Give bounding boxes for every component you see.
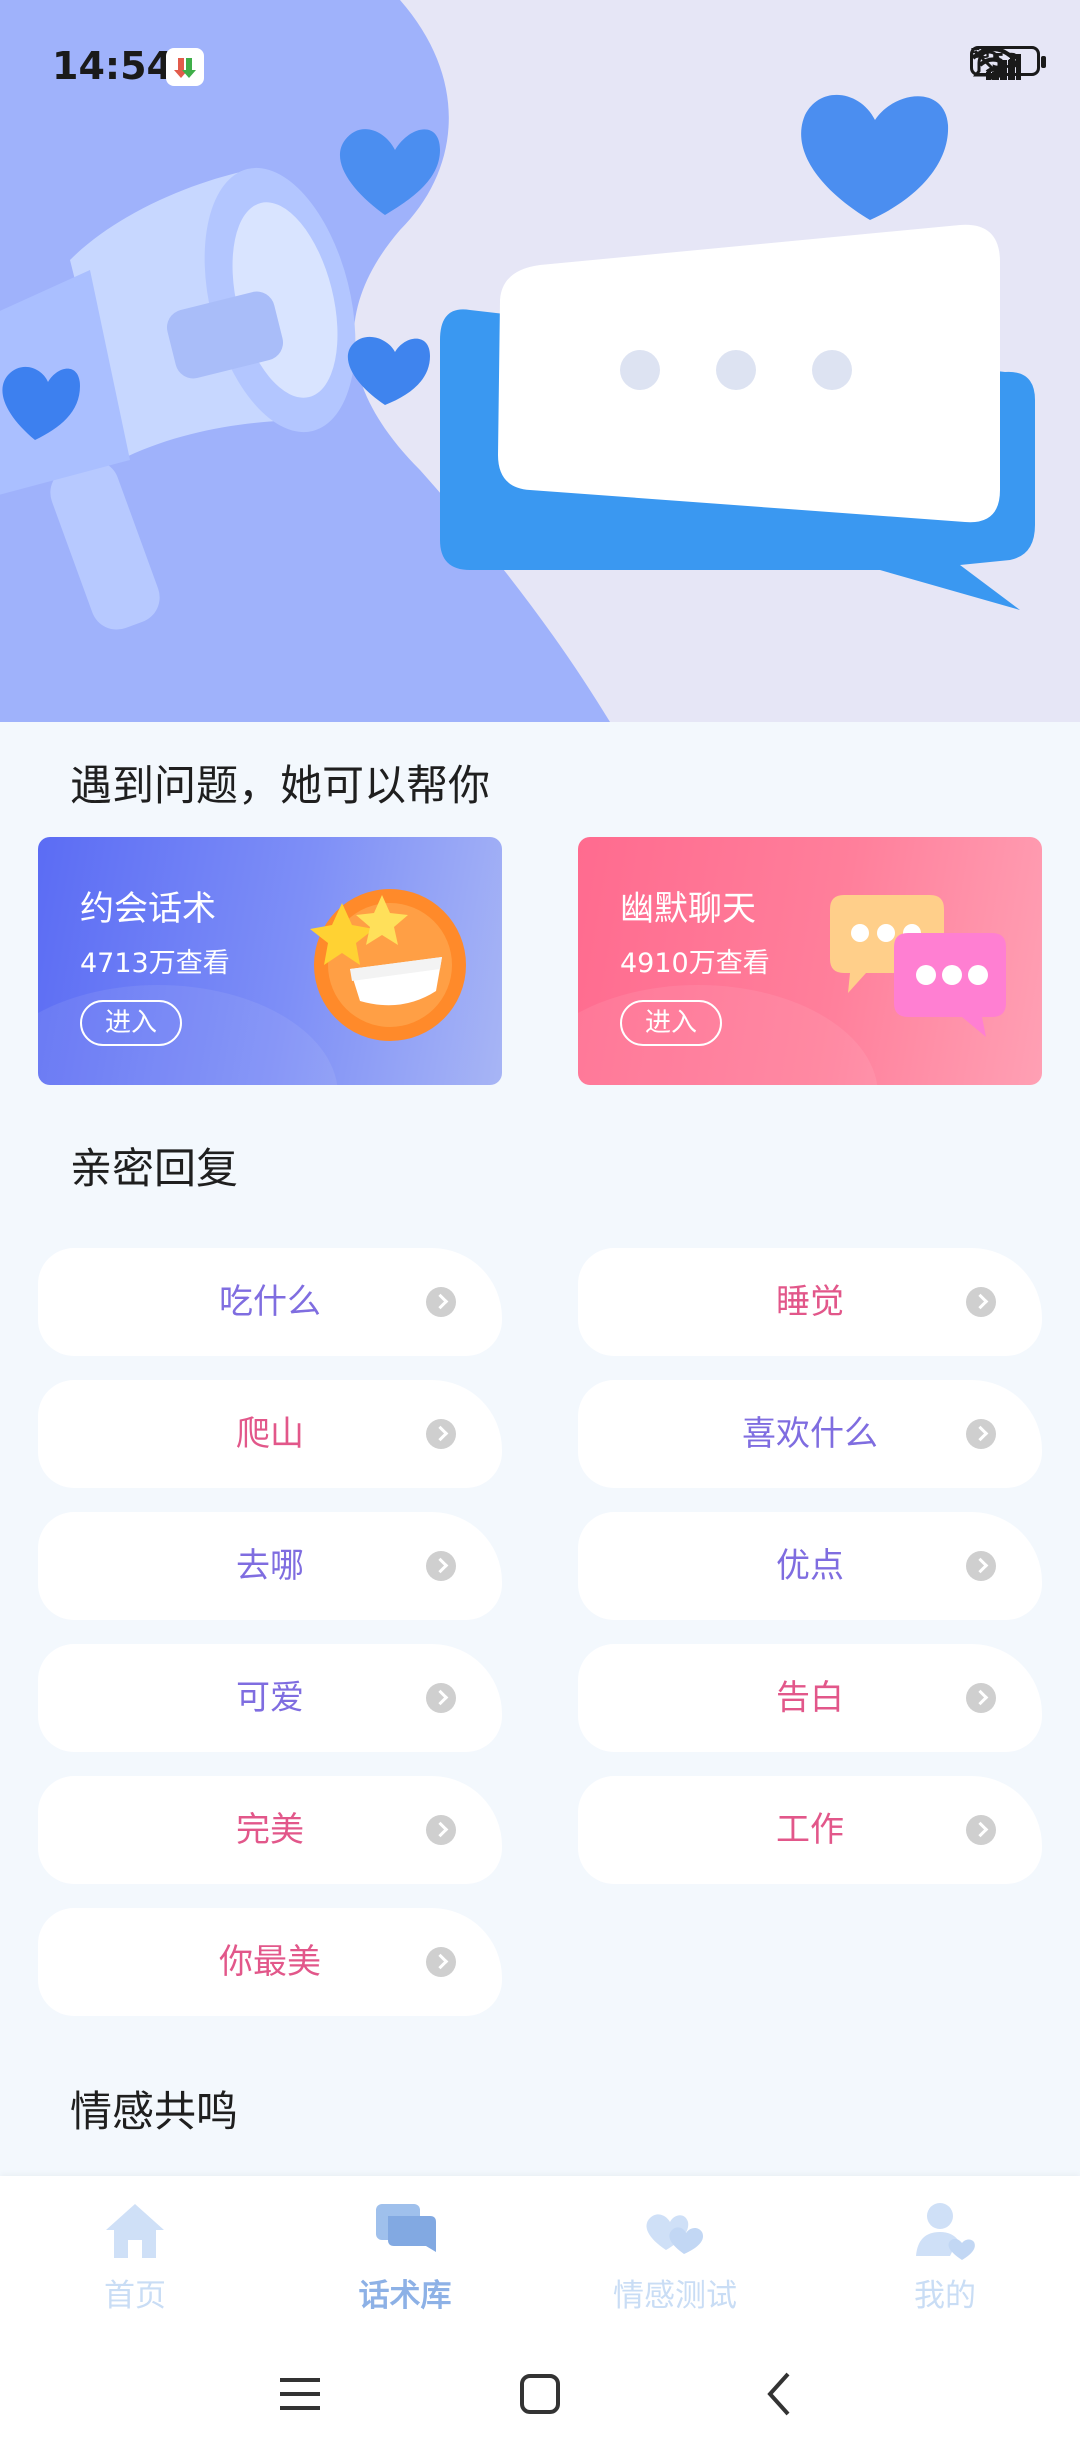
chevron-right-icon xyxy=(966,1683,996,1713)
bottom-tab-bar: 首页 话术库 情感测试 我的 xyxy=(0,2176,1080,2322)
card-views: 4713万查看 xyxy=(80,948,230,979)
hero-banner[interactable]: 14:54 5G G 53 xyxy=(0,0,1080,722)
section-title-help: 遇到问题，她可以帮你 xyxy=(70,761,491,810)
reply-item-hiking[interactable]: 爬山 xyxy=(38,1380,502,1488)
chevron-right-icon xyxy=(966,1815,996,1845)
chevron-right-icon xyxy=(966,1287,996,1317)
clock: 14:54 xyxy=(52,44,173,88)
back-icon[interactable] xyxy=(750,2364,810,2424)
tab-label: 我的 xyxy=(914,2278,976,2314)
reply-item-where-to-go[interactable]: 去哪 xyxy=(38,1512,502,1620)
reply-item-perfect[interactable]: 完美 xyxy=(38,1776,502,1884)
reply-item-you-are-most-beautiful[interactable]: 你最美 xyxy=(38,1908,502,2016)
reply-item-work[interactable]: 工作 xyxy=(578,1776,1042,1884)
card-title: 约会话术 xyxy=(80,889,216,929)
tab-label: 话术库 xyxy=(358,2278,452,2314)
enter-button[interactable]: 进入 xyxy=(80,1000,182,1046)
enter-button[interactable]: 进入 xyxy=(620,1000,722,1046)
card-views: 4910万查看 xyxy=(620,948,770,979)
home-button-icon[interactable] xyxy=(510,2364,570,2424)
card-title: 幽默聊天 xyxy=(620,889,756,929)
tab-home[interactable]: 首页 xyxy=(0,2176,270,2322)
app-notification-icon xyxy=(166,48,204,86)
chevron-right-icon xyxy=(426,1419,456,1449)
chat-bubbles-icon xyxy=(830,895,1006,1037)
section-title-replies: 亲密回复 xyxy=(70,1144,239,1193)
tab-label: 首页 xyxy=(104,2278,166,2314)
reply-item-sleep[interactable]: 睡觉 xyxy=(578,1248,1042,1356)
chevron-right-icon xyxy=(966,1419,996,1449)
chat-library-icon xyxy=(376,2204,436,2252)
hearts-icon xyxy=(646,2214,704,2254)
tab-emotion-test[interactable]: 情感测试 xyxy=(540,2176,810,2322)
chevron-right-icon xyxy=(966,1551,996,1581)
home-icon xyxy=(106,2204,164,2258)
reply-item-what-you-like[interactable]: 喜欢什么 xyxy=(578,1380,1042,1488)
profile-icon xyxy=(916,2203,975,2260)
feature-card-humor-chat[interactable]: 幽默聊天 4910万查看 进入 xyxy=(578,837,1042,1085)
tab-profile[interactable]: 我的 xyxy=(810,2176,1080,2322)
feature-card-dating-lines[interactable]: 约会话术 4713万查看 进入 xyxy=(38,837,502,1085)
tab-label: 情感测试 xyxy=(613,2278,737,2314)
chevron-right-icon xyxy=(426,1947,456,1977)
reply-item-cute[interactable]: 可爱 xyxy=(38,1644,502,1752)
reply-item-what-to-eat[interactable]: 吃什么 xyxy=(38,1248,502,1356)
reply-item-confession[interactable]: 告白 xyxy=(578,1644,1042,1752)
menu-icon[interactable] xyxy=(270,2364,330,2424)
status-icons: 5G G 53 xyxy=(970,46,1046,81)
chevron-right-icon xyxy=(426,1683,456,1713)
chevron-right-icon xyxy=(426,1287,456,1317)
status-bar: 14:54 5G G 53 xyxy=(0,0,1080,136)
laughing-emoji-icon xyxy=(310,889,466,1041)
chevron-right-icon xyxy=(426,1551,456,1581)
tab-script-library[interactable]: 话术库 xyxy=(270,2176,540,2322)
system-nav-bar xyxy=(0,2322,1080,2460)
chevron-right-icon xyxy=(426,1815,456,1845)
reply-item-strengths[interactable]: 优点 xyxy=(578,1512,1042,1620)
battery-icon: 53 xyxy=(970,46,1046,76)
section-title-empathy: 情感共鸣 xyxy=(70,2087,239,2136)
